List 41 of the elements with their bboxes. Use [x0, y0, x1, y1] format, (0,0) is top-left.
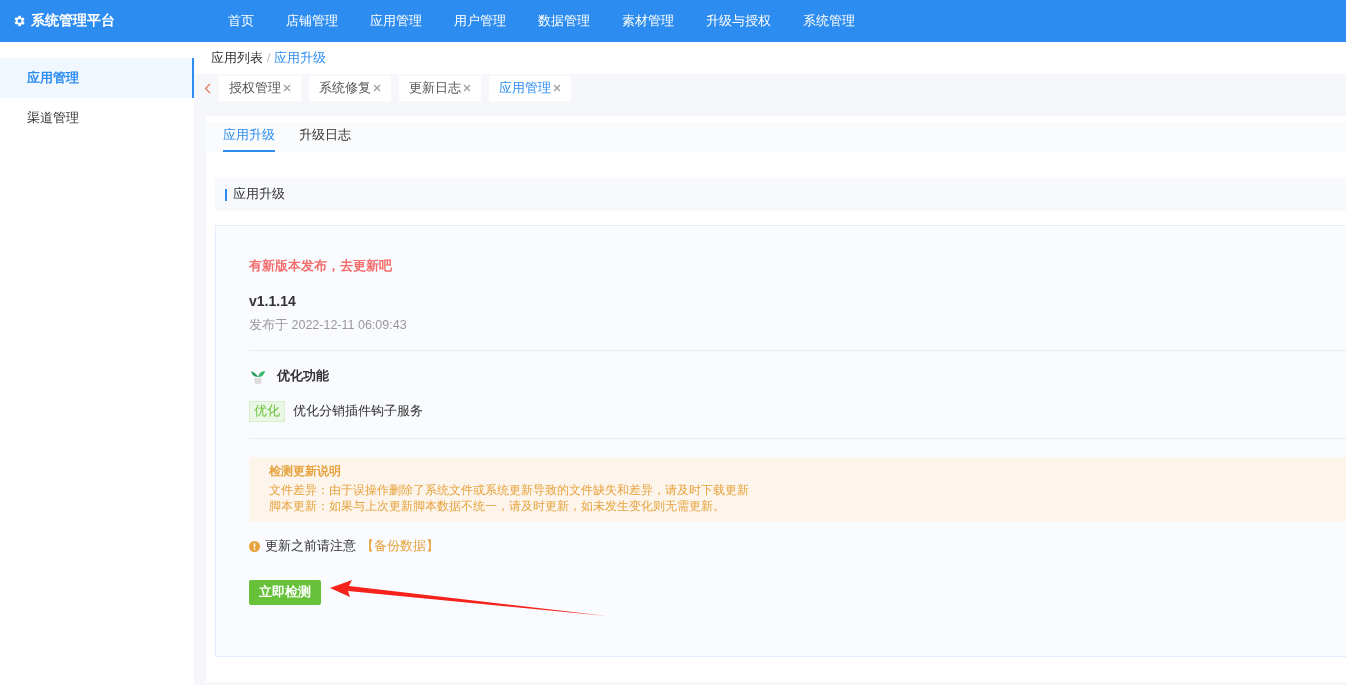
- breadcrumb-link[interactable]: 应用列表: [211, 49, 263, 67]
- sidebar-item[interactable]: 渠道管理: [0, 98, 194, 138]
- nav-link[interactable]: 首页: [212, 12, 270, 30]
- warning-text: 更新之前请注意: [265, 538, 356, 555]
- check-now-button[interactable]: 立即检测: [249, 580, 321, 605]
- nav-link[interactable]: 用户管理: [438, 12, 522, 30]
- page-tab[interactable]: 系统修复: [309, 75, 391, 101]
- chevron-left-icon[interactable]: [204, 82, 211, 94]
- page-tab[interactable]: 应用管理: [489, 75, 571, 101]
- nav-link[interactable]: 应用管理: [354, 12, 438, 30]
- accent-bar: [225, 188, 227, 201]
- feature-title: 优化功能: [277, 367, 329, 385]
- warning-icon: [249, 541, 260, 552]
- sidebar-item[interactable]: 应用管理: [0, 58, 194, 98]
- close-icon[interactable]: [553, 83, 561, 92]
- version-number: v1.1.14: [249, 293, 297, 309]
- page-tab[interactable]: 更新日志: [399, 75, 481, 101]
- close-icon[interactable]: [463, 83, 471, 92]
- nav-link[interactable]: 店铺管理: [270, 12, 354, 30]
- release-date: 发布于 2022-12-11 06:09:43: [249, 317, 408, 334]
- nav-link[interactable]: 数据管理: [522, 12, 606, 30]
- nav-link[interactable]: 升级与授权: [690, 12, 787, 30]
- page-tab[interactable]: 授权管理: [219, 75, 301, 101]
- nav-link[interactable]: 素材管理: [606, 12, 690, 30]
- nav-link[interactable]: 系统管理: [787, 12, 871, 30]
- app-title: 系统管理平台: [31, 12, 115, 30]
- change-tag: 优化: [249, 401, 285, 422]
- info-line: 脚本更新：如果与上次更新脚本数据不统一，请及时更新，如未发生变化则无需更新。: [269, 498, 726, 514]
- change-text: 优化分销插件钩子服务: [293, 403, 423, 420]
- tab[interactable]: 升级日志: [299, 126, 351, 152]
- section-title: 应用升级: [233, 186, 285, 203]
- backup-link[interactable]: 【备份数据】: [361, 538, 439, 555]
- breadcrumb-separator: /: [267, 51, 271, 65]
- breadcrumb-link[interactable]: 应用升级: [274, 49, 327, 67]
- tab[interactable]: 应用升级: [223, 126, 275, 152]
- info-title: 检测更新说明: [269, 463, 342, 479]
- close-icon[interactable]: [283, 83, 291, 92]
- update-notice: 有新版本发布，去更新吧: [249, 258, 393, 275]
- info-line: 文件差异：由于误操作删除了系统文件或系统更新导致的文件缺失和差异，请及时下载更新: [269, 482, 750, 498]
- close-icon[interactable]: [373, 83, 381, 92]
- gear-icon: [12, 14, 26, 28]
